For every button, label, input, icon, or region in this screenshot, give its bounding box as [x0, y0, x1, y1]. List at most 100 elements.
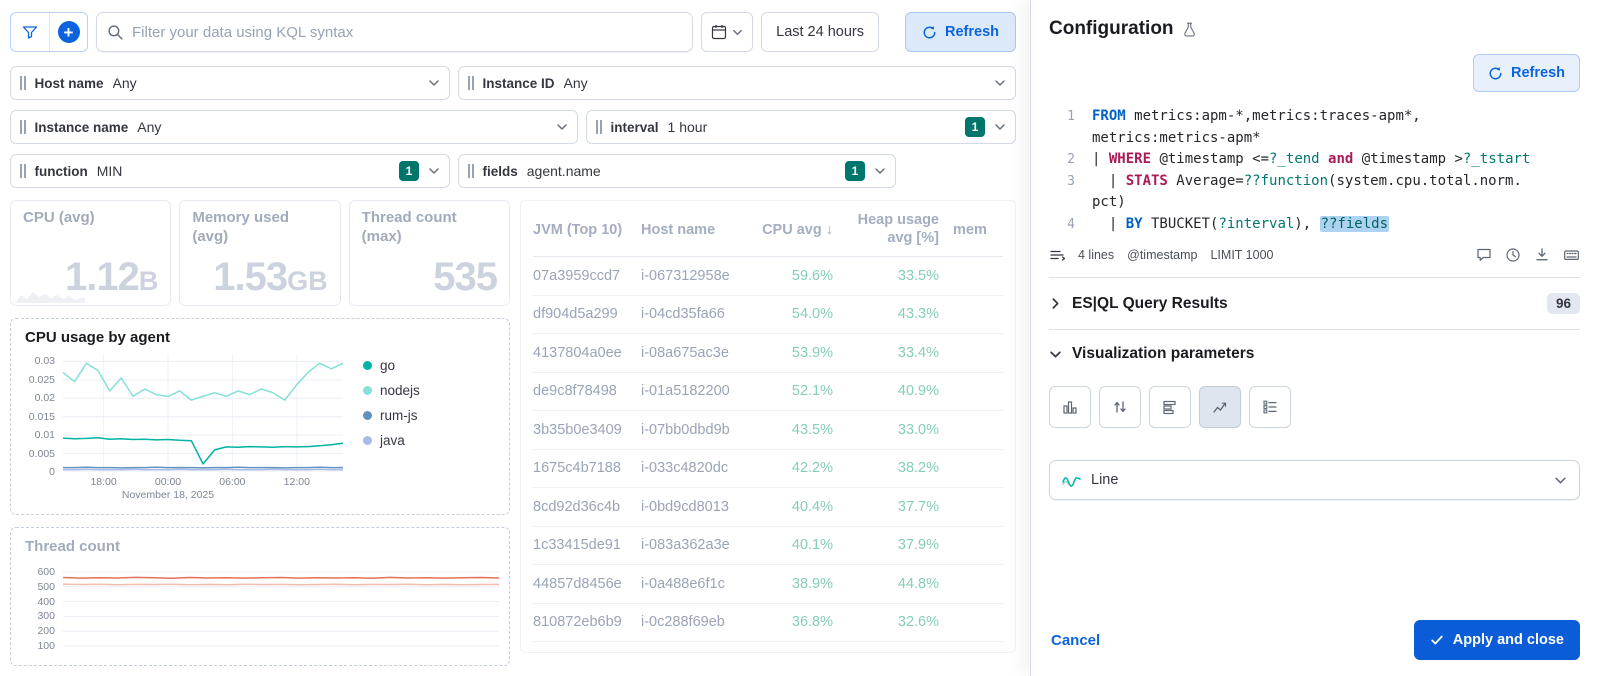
cell-cpu: 40.4% [791, 498, 833, 515]
thread-chart-plot[interactable] [63, 563, 499, 655]
control-interval[interactable]: interval 1 hour 1 [586, 110, 1016, 144]
cell-id: 4137804a0ee [533, 344, 622, 361]
controls-row-3: function MIN 1 fields agent.name 1 [10, 154, 1016, 188]
viz-line-orientation-button[interactable] [1199, 386, 1241, 428]
code-line: | STATS Average=??function(system.cpu.to… [1092, 172, 1522, 211]
kql-filter-input[interactable] [132, 23, 683, 41]
metric-title: Thread count (max) [361, 209, 457, 245]
dashboard-main: + Last 24 hours Refresh [0, 0, 1030, 676]
cpu-chart-plot[interactable] [63, 354, 343, 472]
configuration-flyout: Configuration Refresh 1 FROM metrics:apm-… [1030, 0, 1600, 676]
control-label: Instance name [34, 119, 129, 135]
viz-legend-options-button[interactable] [1249, 386, 1291, 428]
viz-sort-vertical-button[interactable] [1099, 386, 1141, 428]
cell-host: i-067312958e [641, 267, 730, 284]
query-history-clock-icon[interactable] [1505, 247, 1521, 263]
column-header-mem[interactable]: mem [939, 222, 1003, 238]
chevron-down-icon [995, 124, 1005, 130]
refresh-label: Refresh [945, 24, 999, 40]
control-value: 1 hour [667, 119, 708, 135]
control-instance-name[interactable]: Instance name Any [10, 110, 578, 144]
chevron-down-icon [429, 168, 439, 174]
editor-line-count: 4 lines [1078, 248, 1115, 262]
chart-type-value: Line [1091, 472, 1119, 488]
cell-cpu: 54.0% [791, 306, 833, 323]
query-toolbar: + Last 24 hours Refresh [10, 12, 1016, 52]
refresh-button[interactable]: Refresh [905, 12, 1016, 52]
esql-editor-footer: 4 lines @timestamp LIMIT 1000 [1049, 247, 1580, 277]
cancel-button[interactable]: Cancel [1051, 632, 1100, 649]
control-fields[interactable]: fields agent.name 1 [458, 154, 896, 188]
results-count-badge: 96 [1546, 293, 1580, 314]
feedback-icon[interactable] [1476, 247, 1492, 263]
panel-title: CPU usage by agent [25, 329, 171, 346]
keyboard-icon[interactable] [1563, 247, 1580, 263]
metric-panel-memory-used[interactable]: Memory used (avg) 1.53GB [179, 200, 341, 306]
panel-title: Thread count [25, 538, 121, 555]
chevron-down-icon [429, 80, 439, 86]
refresh-icon [1489, 66, 1502, 79]
cell-host: i-04cd35fa66 [641, 306, 725, 323]
metric-panel-cpu-avg[interactable]: CPU (avg) 1.12B [10, 200, 172, 306]
esql-editor-lines: 1 FROM metrics:apm-*,metrics:traces-apm*,… [1049, 106, 1580, 235]
column-header-jvm[interactable]: JVM (Top 10) [533, 222, 641, 238]
dashboard-controls: Host name Any Instance ID Any Instance n… [10, 66, 1016, 188]
viz-bars-vertical-button[interactable] [1049, 386, 1091, 428]
add-control-button[interactable]: + [49, 13, 87, 51]
cell-id: 8cd92d36c4b [533, 498, 621, 515]
column-header-host-name[interactable]: Host name [641, 222, 745, 238]
apply-and-close-button[interactable]: Apply and close [1413, 620, 1580, 660]
cell-heap: 40.9% [897, 383, 939, 400]
legend-item[interactable]: rum-js [363, 408, 420, 423]
column-header-cpu-avg[interactable]: CPU avg ↓ [745, 222, 833, 238]
line-chart-type-icon [1062, 477, 1081, 487]
viz-params-label: Visualization parameters [1072, 345, 1255, 362]
cell-id: 44857d8456e [533, 575, 622, 592]
dashboard-content: CPU (avg) 1.12B Memory used (avg) 1.53GB… [10, 200, 1016, 666]
chevron-down-icon [875, 168, 885, 174]
control-value: Any [112, 75, 137, 91]
jvm-table-header: JVM (Top 10) Host name CPU avg ↓ Heap us… [533, 203, 1003, 257]
editor-menu-icon[interactable] [1049, 247, 1065, 263]
cell-host: i-08a675ac3e [641, 344, 729, 361]
metric-panel-thread-count[interactable]: Thread count (max) 535 [348, 200, 510, 306]
column-header-heap-usage[interactable]: Heap usage avg [%] [833, 212, 939, 247]
editor-limit[interactable]: LIMIT 1000 [1210, 248, 1273, 262]
panel-cpu-usage-by-agent[interactable]: CPU usage by agent 0 0.005 0.01 0.015 0.02 0.… [10, 318, 510, 515]
flyout-refresh-button[interactable]: Refresh [1473, 54, 1580, 92]
viz-bars-horizontal-button[interactable] [1149, 386, 1191, 428]
cpu-chart-wrap: 0 0.005 0.01 0.015 0.02 0.025 0.03 go nodejs rum… [25, 354, 495, 478]
control-instance-id[interactable]: Instance ID Any [458, 66, 1016, 100]
line-number: 1 [1067, 109, 1075, 124]
panel-jvm-table[interactable]: JVM (Top 10) Host name CPU avg ↓ Heap us… [520, 200, 1016, 653]
metric-title: Memory used (avg) [192, 209, 290, 245]
control-function[interactable]: function MIN 1 [10, 154, 450, 188]
bars-horizontal-icon [1163, 400, 1176, 415]
table-row: 07a3959ccd7 i-067312958e 59.6% 33.5% [533, 257, 1003, 296]
code-line: | BY TBUCKET(?interval), ??fields [1092, 215, 1390, 232]
esql-editor[interactable]: 1 FROM metrics:apm-*,metrics:traces-apm*,… [1049, 106, 1580, 235]
time-range-button[interactable]: Last 24 hours [761, 12, 879, 52]
panel-thread-count[interactable]: Thread count 100 200 300 400 500 600 [10, 527, 510, 666]
cell-host: i-0a488e6f1c [641, 575, 725, 592]
chart-type-select[interactable]: Line [1049, 460, 1580, 500]
chevron-down-icon [733, 29, 742, 35]
download-icon[interactable] [1534, 247, 1550, 263]
legend-item[interactable]: nodejs [363, 383, 420, 398]
legend-item[interactable]: java [363, 433, 420, 448]
filter-icon [22, 26, 38, 39]
cpu-chart-y-axis: 0 0.005 0.01 0.015 0.02 0.025 0.03 [28, 355, 55, 478]
visualization-parameters-toggle[interactable]: Visualization parameters [1049, 329, 1580, 378]
control-label: interval [610, 119, 659, 135]
esql-results-section-toggle[interactable]: ES|QL Query Results 96 [1049, 277, 1580, 329]
control-host-name[interactable]: Host name Any [10, 66, 450, 100]
drag-handle-icon [468, 164, 474, 178]
legend-item[interactable]: go [363, 358, 420, 373]
legend-label: go [380, 358, 396, 373]
cell-id: 07a3959ccd7 [533, 267, 621, 284]
editor-timestamp-toggle[interactable]: @timestamp [1127, 248, 1197, 262]
legend-dot [363, 361, 372, 370]
filter-button[interactable] [11, 13, 49, 51]
cell-id: 1675c4b7188 [533, 460, 621, 477]
date-picker-button[interactable] [701, 12, 754, 52]
